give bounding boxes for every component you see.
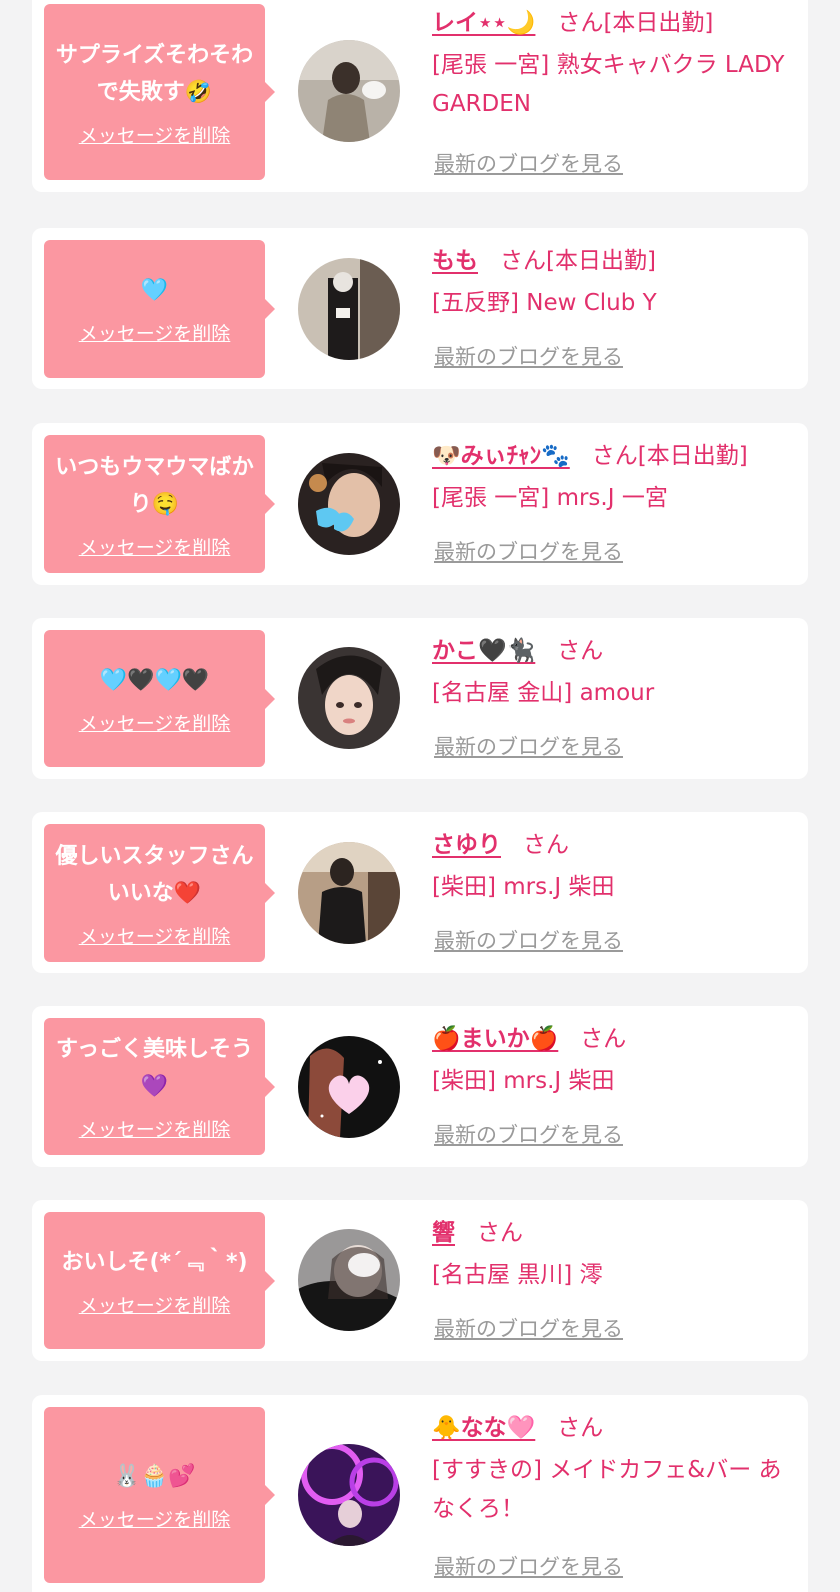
message-text: いつもウマウマばかり🤤 <box>55 454 254 517</box>
cast-name-link[interactable]: 響 <box>432 1220 455 1246</box>
avatar-photo <box>298 1444 400 1546</box>
message-bubble: 🐰🧁💕 メッセージを削除 <box>44 1407 275 1583</box>
message-bubble: 🩵 メッセージを削除 <box>44 240 275 378</box>
cast-name-link[interactable]: 🐥なな🩷 <box>432 1415 535 1441</box>
cast-info: 響さん [名古屋 黒川] 澪 <box>432 1218 804 1295</box>
avatar-photo <box>298 647 400 749</box>
message-text: おいしそ(*´﹃｀*) <box>61 1249 248 1275</box>
delete-message-link[interactable]: メッセージを削除 <box>79 709 231 736</box>
shop-name: [五反野] New Club Y <box>432 290 657 316</box>
message-card: サプライズそわそわで失敗す🤣 メッセージを削除 レイ⋆⋆🌙 さん[本日出勤] [尾… <box>32 0 808 192</box>
cast-status: さん[本日出勤] <box>557 10 714 36</box>
shop-name: [柴田] mrs.J 柴田 <box>432 874 615 900</box>
message-bubble: すっごく美味しそう💜 メッセージを削除 <box>44 1018 275 1155</box>
cast-info: レイ⋆⋆🌙 さん[本日出勤] [尾張 一宮] 熟女キャバクラ LADY GARDE… <box>432 8 804 124</box>
cast-name-link[interactable]: レイ⋆⋆🌙 <box>432 10 535 36</box>
message-text: 🐰🧁💕 <box>113 1464 196 1489</box>
cast-info: 🍎まいか🍎 さん [柴田] mrs.J 柴田 <box>432 1024 804 1101</box>
latest-blog-link[interactable]: 最新のブログを見る <box>434 731 623 761</box>
latest-blog-link[interactable]: 最新のブログを見る <box>434 536 623 566</box>
cast-status: さん <box>477 1220 523 1246</box>
delete-message-link[interactable]: メッセージを削除 <box>79 121 231 148</box>
delete-message-link[interactable]: メッセージを削除 <box>79 1291 231 1318</box>
cast-info: さゆり さん [柴田] mrs.J 柴田 <box>432 830 804 907</box>
cast-status: さん <box>523 832 569 858</box>
cast-status: さん <box>557 638 604 664</box>
cast-name-link[interactable]: 🐶みぃﾁｬﾝ🐾 <box>432 443 570 469</box>
cast-status: さん[本日出勤] <box>591 443 748 469</box>
message-bubble: いつもウマウマばかり🤤 メッセージを削除 <box>44 435 275 573</box>
message-card: いつもウマウマばかり🤤 メッセージを削除 🐶みぃﾁｬﾝ🐾 さん[本日出勤] [尾張… <box>32 423 808 585</box>
avatar-photo <box>298 1229 400 1331</box>
avatar[interactable] <box>298 1444 400 1546</box>
message-card: 優しいスタッフさんいいな❤️ メッセージを削除 さゆり さん [柴田] mrs.J… <box>32 812 808 973</box>
message-list: サプライズそわそわで失敗す🤣 メッセージを削除 レイ⋆⋆🌙 さん[本日出勤] [尾… <box>0 0 840 1592</box>
delete-message-link[interactable]: メッセージを削除 <box>79 319 231 346</box>
cast-status: さん <box>580 1026 627 1052</box>
avatar-photo <box>298 258 400 360</box>
cast-name-link[interactable]: かこ🖤🐈‍⬛ <box>432 638 535 664</box>
shop-name: [柴田] mrs.J 柴田 <box>432 1068 615 1094</box>
avatar[interactable] <box>298 842 400 944</box>
message-card: 🩵🖤🩵🖤 メッセージを削除 かこ🖤🐈‍⬛ さん [名古屋 金山] amour 最新… <box>32 618 808 779</box>
avatar-photo <box>298 453 400 555</box>
shop-name: [すすきの] メイドカフェ&バー あなくろ！ <box>432 1457 782 1522</box>
message-card: 🐰🧁💕 メッセージを削除 🐥なな🩷 さん [すすきの] メイドカフェ&バー あなく… <box>32 1395 808 1592</box>
message-text: 優しいスタッフさんいいな❤️ <box>55 843 254 906</box>
cast-info: もも さん[本日出勤] [五反野] New Club Y <box>432 246 804 323</box>
shop-name: [尾張 一宮] 熟女キャバクラ LADY GARDEN <box>432 52 785 117</box>
avatar[interactable] <box>298 40 400 142</box>
message-bubble: 🩵🖤🩵🖤 メッセージを削除 <box>44 630 275 767</box>
delete-message-link[interactable]: メッセージを削除 <box>79 922 231 949</box>
message-bubble: おいしそ(*´﹃｀*) メッセージを削除 <box>44 1212 275 1349</box>
avatar[interactable] <box>298 1229 400 1331</box>
cast-status: さん <box>557 1415 604 1441</box>
latest-blog-link[interactable]: 最新のブログを見る <box>434 341 623 371</box>
avatar[interactable] <box>298 1036 400 1138</box>
avatar[interactable] <box>298 258 400 360</box>
message-text: 🩵🖤🩵🖤 <box>99 667 210 693</box>
avatar[interactable] <box>298 647 400 749</box>
cast-status: さん[本日出勤] <box>500 248 656 274</box>
message-card: おいしそ(*´﹃｀*) メッセージを削除 響さん [名古屋 黒川] 澪 最新のブ… <box>32 1200 808 1361</box>
cast-info: 🐶みぃﾁｬﾝ🐾 さん[本日出勤] [尾張 一宮] mrs.J 一宮 <box>432 441 804 518</box>
latest-blog-link[interactable]: 最新のブログを見る <box>434 1119 623 1149</box>
latest-blog-link[interactable]: 最新のブログを見る <box>434 1313 623 1343</box>
avatar-photo <box>298 1036 400 1138</box>
latest-blog-link[interactable]: 最新のブログを見る <box>434 148 623 178</box>
cast-name-link[interactable]: 🍎まいか🍎 <box>432 1026 558 1052</box>
message-text: サプライズそわそわで失敗す🤣 <box>55 42 254 105</box>
delete-message-link[interactable]: メッセージを削除 <box>79 1115 231 1142</box>
message-text: 🩵 <box>140 278 169 303</box>
shop-name: [名古屋 黒川] 澪 <box>432 1262 603 1288</box>
cast-info: 🐥なな🩷 さん [すすきの] メイドカフェ&バー あなくろ！ <box>432 1413 804 1529</box>
avatar[interactable] <box>298 453 400 555</box>
latest-blog-link[interactable]: 最新のブログを見る <box>434 1551 623 1581</box>
shop-name: [尾張 一宮] mrs.J 一宮 <box>432 485 668 511</box>
delete-message-link[interactable]: メッセージを削除 <box>79 533 231 560</box>
shop-name: [名古屋 金山] amour <box>432 680 655 706</box>
delete-message-link[interactable]: メッセージを削除 <box>79 1505 231 1532</box>
message-card: 🩵 メッセージを削除 もも さん[本日出勤] [五反野] New Club Y 最… <box>32 228 808 389</box>
latest-blog-link[interactable]: 最新のブログを見る <box>434 925 623 955</box>
cast-info: かこ🖤🐈‍⬛ さん [名古屋 金山] amour <box>432 636 804 713</box>
message-bubble: 優しいスタッフさんいいな❤️ メッセージを削除 <box>44 824 275 962</box>
cast-name-link[interactable]: もも <box>432 248 478 274</box>
cast-name-link[interactable]: さゆり <box>432 832 501 858</box>
message-text: すっごく美味しそう💜 <box>55 1037 254 1099</box>
avatar-photo <box>298 40 400 142</box>
message-card: すっごく美味しそう💜 メッセージを削除 🍎まいか🍎 さん [柴田] mrs.J 柴… <box>32 1006 808 1167</box>
avatar-photo <box>298 842 400 944</box>
message-bubble: サプライズそわそわで失敗す🤣 メッセージを削除 <box>44 4 275 180</box>
